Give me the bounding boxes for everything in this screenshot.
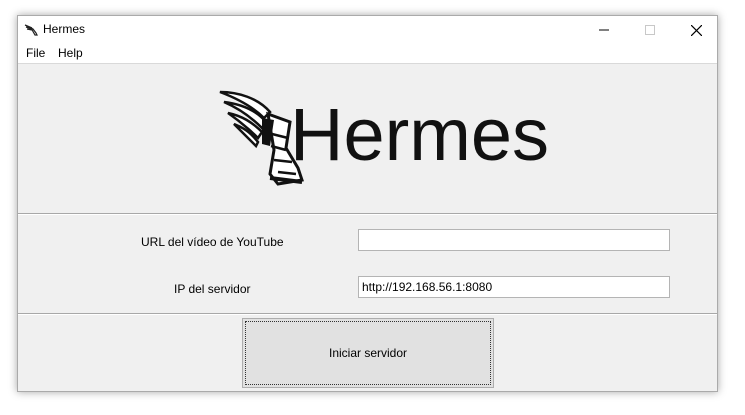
server-ip-input[interactable] bbox=[358, 276, 670, 298]
menu-help[interactable]: Help bbox=[58, 46, 83, 60]
app-window: Hermes File Help Hermes URL del vídeo de… bbox=[17, 15, 718, 392]
title-bar[interactable]: Hermes bbox=[18, 16, 717, 44]
server-ip-label: IP del servidor bbox=[174, 282, 251, 296]
url-label: URL del vídeo de YouTube bbox=[141, 235, 284, 249]
menu-bar: File Help bbox=[18, 44, 717, 64]
close-button[interactable] bbox=[673, 16, 719, 44]
close-icon bbox=[690, 24, 702, 36]
focus-rectangle bbox=[245, 321, 491, 385]
winged-shoe-icon bbox=[24, 24, 38, 36]
logo-wordmark: Hermes bbox=[290, 93, 550, 176]
minimize-icon bbox=[599, 29, 609, 31]
window-title: Hermes bbox=[43, 22, 86, 36]
youtube-url-input[interactable] bbox=[358, 229, 670, 251]
separator-bottom bbox=[18, 313, 717, 315]
maximize-button[interactable] bbox=[627, 16, 673, 44]
start-server-button[interactable]: Iniciar servidor bbox=[242, 318, 494, 388]
minimize-button[interactable] bbox=[581, 16, 627, 44]
menu-file[interactable]: File bbox=[26, 46, 45, 60]
maximize-icon bbox=[645, 25, 655, 35]
separator-top bbox=[18, 213, 717, 215]
